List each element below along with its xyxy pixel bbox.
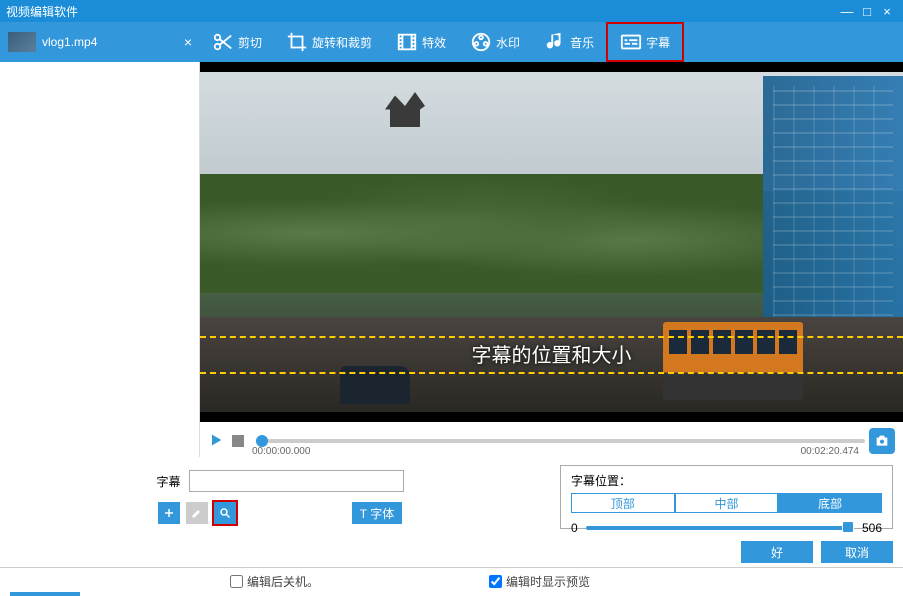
shutdown-after-label: 编辑后关机。	[247, 573, 319, 590]
font-button-label: T 字体	[360, 505, 394, 522]
tool-watermark[interactable]: 水印	[458, 22, 532, 62]
preview-while-edit-input[interactable]	[489, 575, 502, 588]
tool-effect-label: 特效	[422, 34, 446, 51]
minimize-button[interactable]: —	[837, 4, 857, 19]
tool-rotate-crop-label: 旋转和裁剪	[312, 34, 372, 51]
main-area: 字幕的位置和大小 00:00:00.000 00:02:20.474	[0, 62, 903, 457]
tool-watermark-label: 水印	[496, 34, 520, 51]
crop-icon	[286, 31, 308, 53]
filmstrip-icon	[396, 31, 418, 53]
cancel-button[interactable]: 取消	[821, 541, 893, 563]
file-tab-close-icon[interactable]: ×	[184, 34, 192, 50]
video-image: 字幕的位置和大小	[200, 72, 903, 412]
subtitle-overlay-text: 字幕的位置和大小	[200, 339, 903, 368]
tool-cut-label: 剪切	[238, 34, 262, 51]
tool-effect[interactable]: 特效	[384, 22, 458, 62]
file-tab[interactable]: vlog1.mp4 ×	[0, 22, 200, 62]
time-current: 00:00:00.000	[252, 446, 310, 457]
subtitle-input-label: 字幕	[156, 473, 180, 490]
tool-music[interactable]: 音乐	[532, 22, 606, 62]
tool-rotate-crop[interactable]: 旋转和裁剪	[274, 22, 384, 62]
timeline-stub	[10, 568, 210, 596]
titlebar: 视频编辑软件 — □ ×	[0, 0, 903, 22]
tool-music-label: 音乐	[570, 34, 594, 51]
edit-subtitle-button[interactable]	[186, 502, 208, 524]
position-slider[interactable]	[586, 526, 854, 530]
scissors-icon	[212, 31, 234, 53]
progress-slider[interactable]	[256, 439, 865, 443]
tool-subtitle-label: 字幕	[646, 34, 670, 51]
sidebar	[0, 62, 200, 457]
position-bottom-button[interactable]: 底部	[778, 493, 882, 513]
file-name: vlog1.mp4	[42, 35, 97, 49]
toolbar: 剪切 旋转和裁剪 特效 水印 音乐 字幕	[200, 22, 903, 62]
plus-icon	[163, 507, 175, 519]
slider-value-label: 506	[862, 521, 882, 535]
window-title: 视频编辑软件	[6, 3, 78, 20]
search-icon	[219, 507, 231, 519]
top-bar: vlog1.mp4 × 剪切 旋转和裁剪 特效 水印 音乐 字幕	[0, 22, 903, 62]
pencil-icon	[191, 507, 203, 519]
preview-while-edit-checkbox[interactable]: 编辑时显示预览	[489, 573, 590, 590]
close-window-button[interactable]: ×	[877, 4, 897, 19]
slider-min-label: 0	[571, 521, 578, 535]
position-top-button[interactable]: 顶部	[571, 493, 675, 513]
subtitle-position-panel: 字幕位置： 顶部 中部 底部 0 506	[560, 465, 893, 529]
shutdown-after-checkbox[interactable]: 编辑后关机。	[230, 573, 319, 590]
video-area: 字幕的位置和大小 00:00:00.000 00:02:20.474	[200, 62, 903, 457]
tool-subtitle[interactable]: 字幕	[606, 22, 684, 62]
shutdown-after-input[interactable]	[230, 575, 243, 588]
font-button[interactable]: T 字体	[352, 502, 402, 524]
reel-icon	[470, 31, 492, 53]
preview-while-edit-label: 编辑时显示预览	[506, 573, 590, 590]
time-total: 00:02:20.474	[801, 446, 859, 457]
video-preview[interactable]: 字幕的位置和大小	[200, 62, 903, 422]
position-middle-button[interactable]: 中部	[675, 493, 779, 513]
dialog-buttons: 好 取消	[0, 537, 903, 567]
position-label: 字幕位置：	[571, 472, 882, 489]
search-subtitle-button[interactable]	[214, 502, 236, 524]
subtitle-icon	[620, 31, 642, 53]
ok-button[interactable]: 好	[741, 541, 813, 563]
music-note-icon	[544, 31, 566, 53]
add-subtitle-button[interactable]	[158, 502, 180, 524]
subtitle-panel: 字幕 T 字体 字幕位置： 顶部 中部 底部 0	[0, 457, 903, 537]
subtitle-input[interactable]	[189, 470, 404, 492]
tool-cut[interactable]: 剪切	[200, 22, 274, 62]
file-thumbnail	[8, 32, 36, 52]
maximize-button[interactable]: □	[857, 4, 877, 19]
bottom-bar: 编辑后关机。 编辑时显示预览	[0, 567, 903, 595]
